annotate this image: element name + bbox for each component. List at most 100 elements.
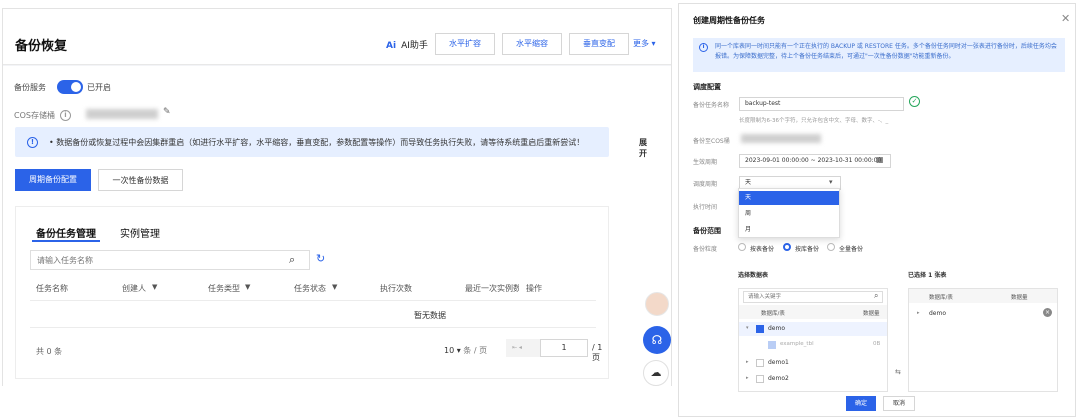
page-size-select[interactable]: 10 ▾ 条 / 页	[444, 345, 487, 356]
cloud-icon[interactable]: ☁	[643, 360, 669, 386]
more-menu[interactable]: 更多 ▾	[633, 38, 656, 49]
expand-link[interactable]: 展开	[639, 137, 647, 159]
tab-backup-tasks[interactable]: 备份任务管理	[36, 225, 96, 240]
checkbox[interactable]	[768, 341, 776, 349]
granularity-label: 备份粒度	[693, 246, 718, 253]
scope-section-title: 备份范围	[693, 227, 721, 235]
info-icon: i	[699, 43, 708, 52]
caret-down-icon[interactable]: ▾	[746, 325, 749, 331]
backup-restore-panel: 备份恢复 Ai AI助手 水平扩容 水平缩容 垂直变配 更多 ▾ 备份服务 已开启…	[2, 8, 672, 386]
exec-time-label: 执行时间	[693, 204, 718, 211]
remove-icon[interactable]: ×	[1043, 308, 1052, 317]
tree-item: demo2	[768, 375, 789, 382]
period-range-picker[interactable]: 2023-09-01 00:00:00 ~ 2023-10-31 00:00:0…	[739, 154, 891, 168]
one-time-backup-tab[interactable]: 一次性备份数据	[98, 169, 183, 191]
dialog-notice-text: 同一个库表同一时间只能有一个正在执行的 BACKUP 或 RESTORE 任务。…	[715, 43, 1057, 60]
col-db-table: 数据库/表	[929, 295, 953, 301]
cancel-button[interactable]: 取消	[883, 396, 915, 411]
ok-button[interactable]: 确定	[846, 396, 876, 411]
task-card: 备份任务管理 实例管理 ⌕ ↻ 任务名称 创建人 ▼ 任务类型 ▼ 任务状态 ▼…	[15, 206, 609, 379]
cos-bucket-redacted	[86, 109, 158, 119]
page-size-value: 10	[444, 346, 455, 355]
col-db-table: 数据库/表	[761, 311, 785, 317]
close-icon[interactable]: ✕	[1061, 12, 1070, 25]
checkbox[interactable]	[756, 325, 764, 333]
caret-down-icon: ▾	[456, 346, 461, 355]
radio-database[interactable]	[783, 243, 791, 251]
cos-bucket-redacted	[741, 134, 821, 143]
radio-table[interactable]	[738, 243, 746, 251]
col-last-instance: 最近一次实例数	[465, 284, 519, 293]
col-size: 数据量	[1011, 295, 1028, 301]
active-tab-indicator	[32, 240, 100, 242]
dropdown-option-month[interactable]: 月	[739, 223, 839, 237]
checkbox[interactable]	[756, 375, 764, 383]
refresh-icon[interactable]: ↻	[316, 252, 325, 265]
radio-full[interactable]	[827, 243, 835, 251]
backup-service-toggle[interactable]	[57, 80, 83, 94]
source-table-panel: ⌕ 数据库/表 数据量 ▾ demo example_tbl 0B ▸ demo…	[738, 288, 888, 392]
ai-assistant-button[interactable]: Ai AI助手	[386, 38, 428, 51]
vertical-resize-button[interactable]: 垂直变配	[569, 33, 629, 55]
per-page-label: 条 / 页	[463, 346, 488, 355]
page-body: 备份服务 已开启 COS存储桶 i ✎ ! • 数据备份或恢复过程中会因集群重启…	[3, 66, 671, 386]
dropdown-option-week[interactable]: 周	[739, 207, 839, 221]
divider	[30, 327, 596, 328]
info-icon: i	[60, 110, 71, 121]
total-count: 共 0 条	[36, 347, 63, 356]
schedule-label: 调度周期	[693, 181, 718, 188]
scale-in-button[interactable]: 水平缩容	[502, 33, 562, 55]
backup-service-label: 备份服务	[14, 83, 46, 92]
edit-icon[interactable]: ✎	[163, 107, 171, 117]
table-search-input[interactable]	[743, 291, 883, 303]
filter-icon[interactable]: ▼	[245, 283, 250, 291]
calendar-icon[interactable]: ▦	[876, 155, 884, 164]
tree-item: example_tbl	[780, 341, 814, 347]
tree-item: demo	[768, 325, 786, 332]
schedule-section-title: 调度配置	[693, 83, 721, 91]
search-icon[interactable]: ⌕	[289, 253, 295, 267]
more-label: 更多	[633, 39, 649, 48]
dialog-title: 创建周期性备份任务	[693, 16, 765, 25]
checkbox[interactable]	[756, 359, 764, 367]
col-exec-count: 执行次数	[380, 284, 412, 293]
filter-icon[interactable]: ▼	[152, 283, 157, 291]
task-name-input[interactable]: backup-test	[739, 97, 904, 111]
radio-full-label: 全量备份	[839, 246, 864, 253]
tree-item-size: 0B	[873, 341, 881, 347]
task-search-input[interactable]	[30, 250, 310, 270]
search-icon[interactable]: ⌕	[874, 291, 878, 301]
divider	[30, 300, 596, 301]
dropdown-option-day[interactable]: 天	[739, 191, 839, 205]
period-label: 生效周期	[693, 159, 718, 166]
filter-icon[interactable]: ▼	[332, 283, 337, 291]
notice-banner: ! • 数据备份或恢复过程中会因集群重启（如进行水平扩容，水平缩容，垂直变配，参…	[15, 127, 647, 158]
col-task-type: 任务类型	[208, 284, 240, 293]
caret-right-icon[interactable]: ▸	[746, 359, 749, 365]
name-hint: 长度限制为6-36个字符，只允许包含中文、字母、数字、-、_	[739, 118, 889, 124]
first-prev-page-buttons[interactable]: ⇤ ◂	[506, 339, 540, 357]
transfer-icon: ⇆	[895, 368, 901, 376]
page-input[interactable]: 1	[540, 339, 588, 357]
empty-state: 暂无数据	[414, 311, 446, 320]
ai-icon: Ai	[386, 41, 397, 51]
cos-label: COS存储桶	[14, 111, 55, 120]
headset-icon[interactable]: ☊	[643, 326, 671, 354]
caret-right-icon[interactable]: ▸	[917, 310, 920, 316]
col-task-status: 任务状态	[294, 284, 326, 293]
scale-out-button[interactable]: 水平扩容	[435, 33, 495, 55]
chevron-down-icon: ▾	[829, 178, 833, 186]
tree-item: demo1	[768, 359, 789, 366]
col-size: 数据量	[863, 311, 880, 317]
selected-tables-title: 已选择 1 张表	[908, 272, 947, 279]
avatar[interactable]	[645, 292, 669, 316]
periodic-backup-tab[interactable]: 周期备份配置	[15, 169, 91, 191]
check-icon: ✓	[909, 96, 920, 107]
selected-table-panel: 数据库/表 数据量 ▸ demo ×	[908, 288, 1058, 392]
caret-right-icon[interactable]: ▸	[746, 375, 749, 381]
page-header: 备份恢复 Ai AI助手 水平扩容 水平缩容 垂直变配 更多 ▾	[3, 9, 671, 65]
schedule-dropdown: 天 周 月	[738, 188, 840, 238]
select-tables-title: 选择数据表	[738, 272, 769, 279]
tab-instances[interactable]: 实例管理	[120, 225, 160, 240]
info-icon: !	[27, 137, 38, 148]
